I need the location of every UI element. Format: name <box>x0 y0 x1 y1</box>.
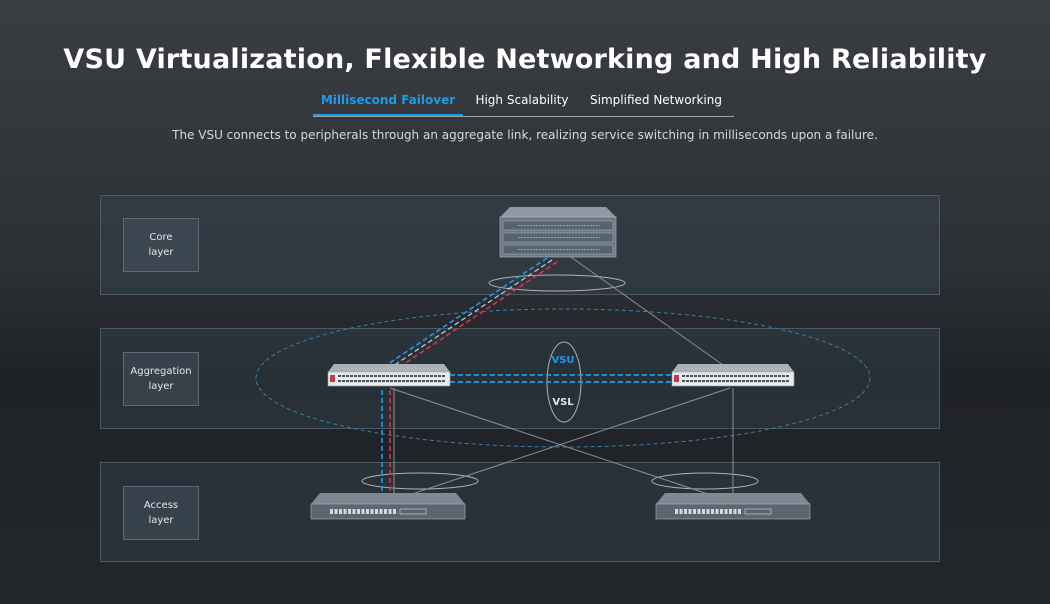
access-switch-left-icon <box>310 493 466 520</box>
access-switch-right-icon <box>655 493 811 520</box>
failover-link-blue-core <box>384 257 548 367</box>
vsu-label: VSU <box>551 355 574 366</box>
aggregation-switch-left-icon <box>327 364 451 387</box>
network-diagram: VSU VSL <box>255 207 871 520</box>
access-left-aggregate-ellipse <box>361 472 479 490</box>
vsl-label: VSL <box>552 397 574 408</box>
aggregation-switch-right-icon <box>671 364 795 387</box>
core-switch-icon <box>499 207 617 258</box>
failover-link-red-core <box>394 261 558 371</box>
